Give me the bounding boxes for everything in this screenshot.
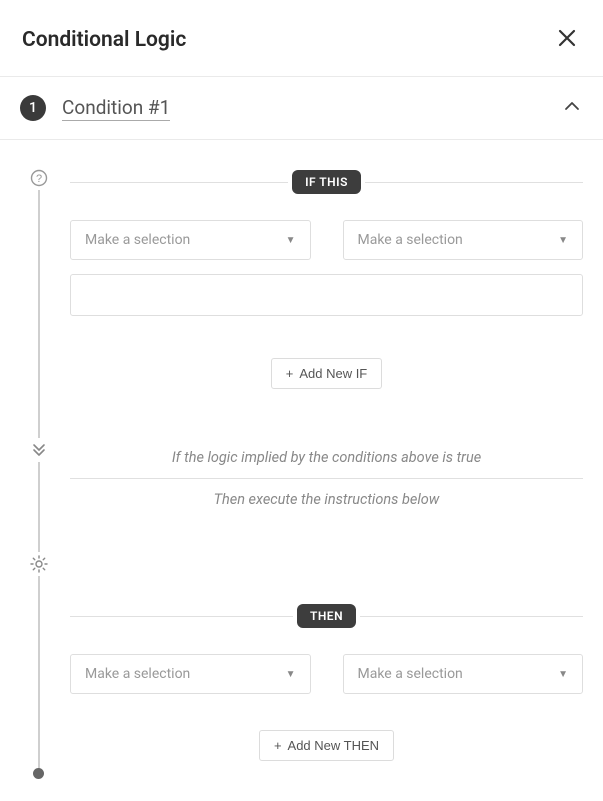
plus-icon: + bbox=[286, 366, 294, 381]
if-select-2[interactable]: Make a selection ▼ bbox=[343, 220, 584, 260]
caret-down-icon: ▼ bbox=[286, 669, 296, 680]
dialog-title: Conditional Logic bbox=[22, 28, 186, 52]
condition-body: ? IF THIS Make a selection ▼ Make a sele… bbox=[0, 140, 603, 801]
plus-icon: + bbox=[274, 738, 282, 753]
select-placeholder: Make a selection bbox=[85, 232, 190, 248]
add-then-button[interactable]: + Add New THEN bbox=[259, 730, 394, 761]
flow-arrows-icon bbox=[27, 438, 51, 462]
close-button[interactable] bbox=[553, 24, 581, 56]
if-selects-row: Make a selection ▼ Make a selection ▼ bbox=[70, 220, 583, 260]
mid-text-2: Then execute the instructions below bbox=[70, 479, 583, 520]
if-select-1[interactable]: Make a selection ▼ bbox=[70, 220, 311, 260]
dialog-header: Conditional Logic bbox=[0, 0, 603, 77]
chevron-up-icon bbox=[563, 97, 581, 115]
close-icon bbox=[557, 28, 577, 48]
select-placeholder: Make a selection bbox=[358, 232, 463, 248]
condition-header-row[interactable]: 1 Condition #1 bbox=[0, 77, 603, 140]
help-icon[interactable]: ? bbox=[27, 166, 51, 190]
if-label-row: IF THIS bbox=[70, 170, 583, 194]
timeline-end-dot bbox=[33, 768, 44, 779]
svg-text:?: ? bbox=[36, 173, 42, 185]
then-select-1[interactable]: Make a selection ▼ bbox=[70, 654, 311, 694]
add-if-wrap: + Add New IF bbox=[70, 358, 583, 389]
select-placeholder: Make a selection bbox=[358, 666, 463, 682]
mid-text-1: If the logic implied by the conditions a… bbox=[70, 437, 583, 478]
then-pill: THEN bbox=[297, 604, 356, 628]
add-if-button[interactable]: + Add New IF bbox=[271, 358, 383, 389]
add-if-label: Add New IF bbox=[299, 366, 367, 381]
divider-line bbox=[70, 182, 288, 183]
then-label-row: THEN bbox=[70, 604, 583, 628]
condition-number-badge: 1 bbox=[20, 95, 46, 121]
condition-title[interactable]: Condition #1 bbox=[62, 96, 170, 121]
divider-line bbox=[360, 616, 583, 617]
gear-icon[interactable] bbox=[27, 552, 51, 576]
caret-down-icon: ▼ bbox=[558, 235, 568, 246]
add-then-wrap: + Add New THEN bbox=[70, 730, 583, 761]
if-pill: IF THIS bbox=[292, 170, 361, 194]
select-placeholder: Make a selection bbox=[85, 666, 190, 682]
add-then-label: Add New THEN bbox=[288, 738, 380, 753]
divider-line bbox=[365, 182, 583, 183]
then-selects-row: Make a selection ▼ Make a selection ▼ bbox=[70, 654, 583, 694]
if-value-input[interactable] bbox=[70, 274, 583, 316]
divider-line bbox=[70, 616, 293, 617]
caret-down-icon: ▼ bbox=[558, 669, 568, 680]
caret-down-icon: ▼ bbox=[286, 235, 296, 246]
timeline-line bbox=[38, 176, 40, 773]
then-section: THEN Make a selection ▼ Make a selection… bbox=[70, 604, 583, 761]
collapse-toggle[interactable] bbox=[563, 97, 581, 119]
then-select-2[interactable]: Make a selection ▼ bbox=[343, 654, 584, 694]
